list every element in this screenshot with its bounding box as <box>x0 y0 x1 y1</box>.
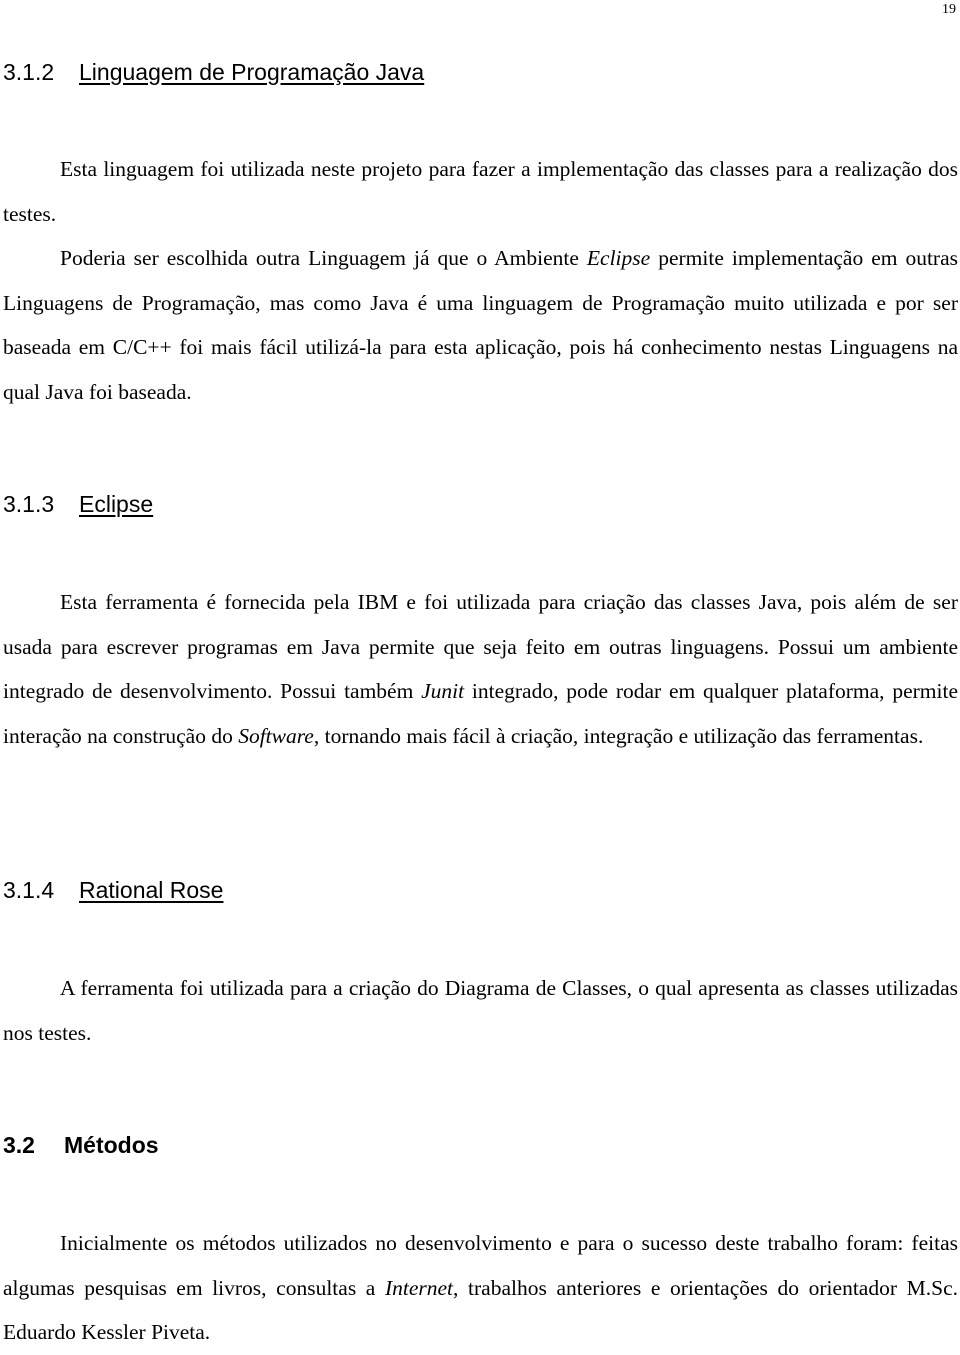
italic-term: Internet <box>384 1275 454 1300</box>
italic-term: Junit <box>421 679 465 704</box>
text-run: , tornando mais fácil à criação, integra… <box>313 723 924 748</box>
text-run: A ferramenta foi utilizada para a criaçã… <box>3 976 958 1045</box>
section-title: Métodos <box>64 1132 159 1158</box>
paragraph: A ferramenta foi utilizada para a criaçã… <box>3 966 958 1055</box>
section-number: 3.1.3 <box>3 491 55 517</box>
section-number: 3.1.4 <box>3 877 55 903</box>
text-run: Poderia ser escolhida outra Linguagem já… <box>60 246 587 270</box>
text-run: Esta linguagem foi utilizada neste proje… <box>3 157 958 226</box>
paragraph: Inicialmente os métodos utilizados no de… <box>3 1221 958 1355</box>
section-title: Linguagem de Programação Java <box>79 59 425 85</box>
paragraph: Esta ferramenta é fornecida pela IBM e f… <box>3 580 958 758</box>
section-heading-3-1-4: 3.1.4 Rational Rose <box>3 877 223 904</box>
section-heading-3-1-2: 3.1.2 Linguagem de Programação Java <box>3 59 424 86</box>
italic-term: Eclipse <box>586 246 651 270</box>
section-title: Eclipse <box>79 491 154 517</box>
section-heading-3-2: 3.2 Métodos <box>3 1132 159 1159</box>
section-number: 3.2 <box>3 1132 35 1158</box>
paragraph: Esta linguagem foi utilizada neste proje… <box>3 147 958 236</box>
section-title: Rational Rose <box>79 877 224 903</box>
italic-term: Software <box>238 723 314 748</box>
section-number: 3.1.2 <box>3 59 55 85</box>
section-heading-3-1-3: 3.1.3 Eclipse <box>3 491 153 518</box>
paragraph: Poderia ser escolhida outra Linguagem já… <box>3 236 958 414</box>
page-number: 19 <box>942 2 956 17</box>
